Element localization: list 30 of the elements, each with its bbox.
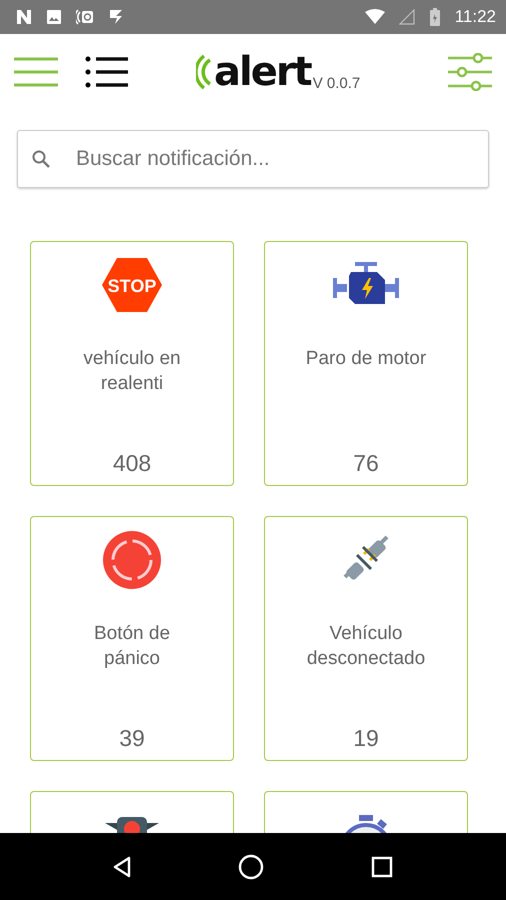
search-field[interactable]: Buscar notificación... — [17, 130, 489, 188]
version-label: V 0.0.7 — [312, 75, 360, 92]
notification-icon — [16, 9, 32, 25]
alert-type-label: Vehículo desconectado — [306, 622, 426, 671]
signal-icon — [398, 9, 415, 25]
image-icon — [46, 9, 62, 25]
alert-count: 19 — [353, 725, 379, 752]
panic-button-icon — [102, 530, 162, 590]
alert-count: 39 — [119, 725, 145, 752]
app-logo: alert — [214, 50, 311, 94]
home-button[interactable] — [238, 854, 264, 880]
list-button[interactable] — [84, 56, 128, 88]
alert-card[interactable]: Paro de motor 76 — [264, 241, 468, 486]
alert-type-label: vehículo en realenti — [82, 347, 182, 396]
battery-icon — [428, 8, 441, 26]
alert-card[interactable]: Vehículo desconectado 19 — [264, 516, 468, 761]
signal-waves-icon — [196, 54, 212, 90]
alert-count: 76 — [353, 450, 379, 477]
alert-type-label: Botón de pánico — [92, 622, 172, 671]
alert-card[interactable]: STOP vehículo en realenti 408 — [30, 241, 234, 486]
alert-count: 408 — [112, 450, 152, 477]
clock: 11:22 — [454, 7, 496, 27]
alert-type-label: Paro de motor — [304, 347, 428, 371]
search-icon — [31, 149, 51, 169]
cast-icon — [76, 9, 94, 25]
back-button[interactable] — [113, 856, 132, 878]
recents-button[interactable] — [370, 856, 393, 878]
stop-sign-text: STOP — [108, 276, 156, 296]
wifi-icon — [364, 9, 385, 25]
alert-card[interactable]: Botón de pánico 39 — [30, 516, 234, 761]
